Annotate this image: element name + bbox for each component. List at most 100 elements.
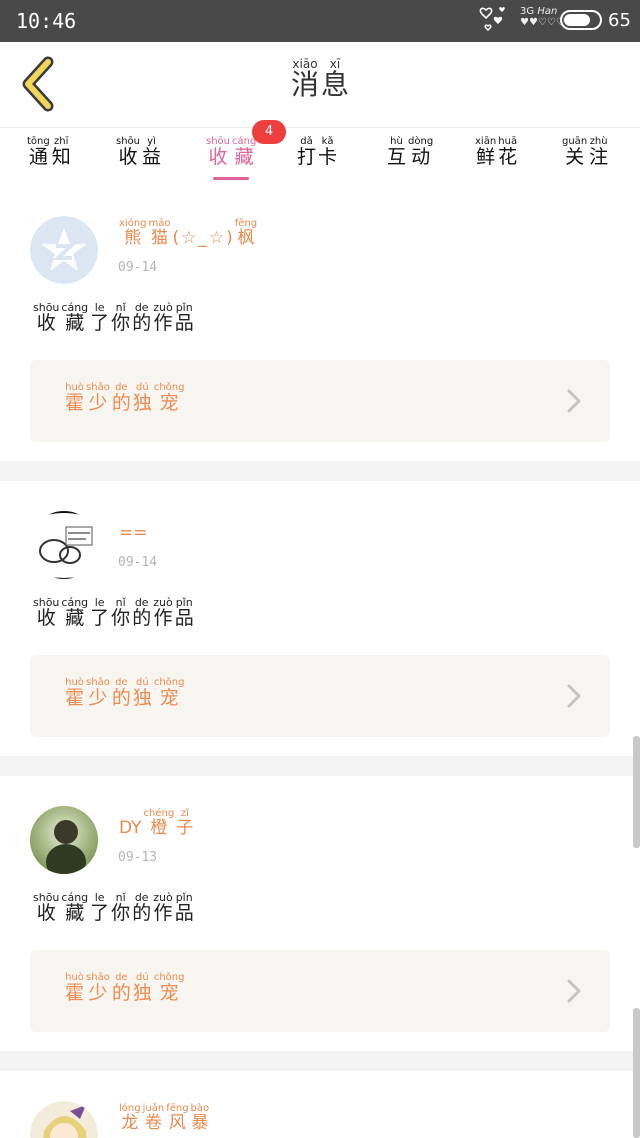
username-hanzi: ( — [172, 228, 180, 248]
scrollbar-thumb[interactable] — [633, 1008, 640, 1138]
tab-label-char: zhù 注 — [589, 136, 608, 168]
tab-label-hanzi: 知 — [51, 146, 71, 168]
action-hanzi: 收 — [36, 902, 56, 924]
chevron-right-icon — [566, 978, 582, 1004]
title-hanzi: 息 — [321, 68, 350, 101]
work-title-hanzi: 独 — [132, 687, 152, 709]
tab-label-char: hù 互 — [387, 136, 406, 168]
action-char: de 的 — [132, 302, 151, 334]
action-char: le 了 — [90, 302, 109, 334]
action-hanzi: 的 — [132, 607, 152, 629]
work-title-hanzi: 少 — [88, 687, 108, 709]
tab-4[interactable]: hù 互 dòng 动 — [386, 136, 434, 182]
username-char: ) — [226, 218, 233, 248]
signal-icon: ♥♥♡♡♡ — [520, 17, 565, 28]
tab-1[interactable]: shōu 收 yì 益 — [115, 136, 162, 182]
tab-2[interactable]: shōu 收 cáng 藏 — [205, 136, 257, 182]
username-hanzi: ☆ — [181, 228, 197, 248]
battery-level: 65 — [608, 10, 631, 31]
message-card[interactable]: == 09-14 shōu 收 cáng 藏 le 了 nǐ 你 de 的 zuò 作 pǐn 品 huò 霍 sh… — [0, 481, 640, 756]
tab-label-char: xiān 鲜 — [475, 136, 496, 168]
qzone-icon[interactable] — [30, 216, 98, 284]
message-card[interactable]: lóng 龙 juǎn 卷 fēng 风 bào 暴 — [0, 1071, 640, 1138]
work-title-hanzi: 宠 — [159, 392, 179, 414]
action-hanzi: 作 — [153, 902, 173, 924]
tab-label-hanzi: 花 — [498, 146, 518, 168]
action-hanzi: 品 — [174, 902, 194, 924]
message-card[interactable]: DY chéng 橙 zǐ 子 09-13 shōu 收 cáng 藏 le 了 nǐ 你 de 的 zuò 作 p… — [0, 776, 640, 1051]
username-char: DY — [119, 808, 142, 838]
work-title-hanzi: 的 — [111, 392, 131, 414]
username-char: zǐ 子 — [176, 808, 193, 838]
work-link[interactable]: huò 霍 shǎo 少 de 的 dú 独 chǒng 宠 — [30, 655, 610, 737]
username-char: == — [119, 513, 148, 543]
work-title-char: shǎo 少 — [86, 972, 110, 1004]
action-hanzi: 作 — [153, 312, 173, 334]
tab-5[interactable]: xiān 鲜 huā 花 — [474, 136, 518, 182]
user-avatar[interactable] — [30, 806, 98, 874]
work-title-char: chǒng 宠 — [154, 972, 185, 1004]
username-hanzi: == — [119, 523, 148, 543]
action-char: pǐn 品 — [175, 302, 194, 334]
action-hanzi: 了 — [90, 902, 110, 924]
message-date: 09-14 — [118, 555, 158, 570]
card-divider — [0, 756, 640, 776]
action-char: de 的 — [132, 892, 151, 924]
username-char: xióng 熊 — [119, 218, 147, 248]
action-hanzi: 收 — [36, 312, 56, 334]
action-hanzi: 品 — [174, 312, 194, 334]
app-notification-icon — [478, 4, 512, 40]
page-title: xiāo 消 xī 息 — [0, 58, 640, 99]
username[interactable]: DY chéng 橙 zǐ 子 — [118, 808, 194, 838]
action-hanzi: 的 — [132, 902, 152, 924]
work-title-char: dú 独 — [133, 972, 152, 1004]
username-hanzi: 枫 — [237, 228, 255, 248]
tab-3[interactable]: dǎ 打 kǎ 卡 — [296, 136, 338, 182]
tab-label-hanzi: 注 — [589, 146, 609, 168]
work-title-char: chǒng 宠 — [154, 382, 185, 414]
user-avatar[interactable] — [30, 1101, 98, 1138]
tab-0[interactable]: tōng 通 zhī 知 — [26, 136, 72, 182]
action-char: cáng 藏 — [61, 892, 88, 924]
work-title-char: huò 霍 — [65, 677, 84, 709]
work-title-char: de 的 — [112, 382, 131, 414]
title-hanzi: 消 — [290, 68, 319, 101]
scrollbar-upper[interactable] — [633, 736, 640, 848]
work-title-hanzi: 宠 — [159, 687, 179, 709]
tab-badge: 4 — [252, 120, 286, 144]
user-avatar[interactable] — [30, 511, 98, 579]
action-hanzi: 你 — [111, 902, 131, 924]
username-char: lóng 龙 — [119, 1103, 141, 1133]
username-char: _ — [198, 218, 207, 248]
message-card[interactable]: xióng 熊 māo 猫(☆ _ ☆) fēng 枫 09-14 shōu 收 cáng 藏 le 了 nǐ… — [0, 186, 640, 461]
tab-label-char: dòng 动 — [408, 136, 433, 168]
header: xiāo 消 xī 息 — [0, 42, 640, 128]
work-link[interactable]: huò 霍 shǎo 少 de 的 dú 独 chǒng 宠 — [30, 950, 610, 1032]
status-bar: 10:46 3G Han ♥♥♡♡♡ 65 — [0, 0, 640, 42]
work-link[interactable]: huò 霍 shǎo 少 de 的 dú 独 chǒng 宠 — [30, 360, 610, 442]
action-char: de 的 — [132, 597, 151, 629]
username-char: fēng 风 — [166, 1103, 188, 1133]
action-char: shōu 收 — [33, 892, 59, 924]
work-title-char: huò 霍 — [65, 972, 84, 1004]
username-hanzi: 子 — [176, 818, 194, 838]
network-sub: Han — [537, 6, 558, 17]
action-hanzi: 藏 — [65, 902, 85, 924]
username[interactable]: == — [118, 513, 149, 543]
work-title-char: de 的 — [112, 972, 131, 1004]
tab-label-hanzi: 收 — [118, 146, 138, 168]
tab-6[interactable]: guān 关 zhù 注 — [561, 136, 609, 182]
username[interactable]: xióng 熊 māo 猫(☆ _ ☆) fēng 枫 — [118, 218, 258, 248]
chevron-right-icon — [566, 388, 582, 414]
action-hanzi: 藏 — [65, 312, 85, 334]
action-char: zuò 作 — [153, 597, 172, 629]
tab-label-hanzi: 互 — [387, 146, 407, 168]
work-title-char: de 的 — [112, 677, 131, 709]
work-title-hanzi: 独 — [132, 392, 152, 414]
action-hanzi: 作 — [153, 607, 173, 629]
username[interactable]: lóng 龙 juǎn 卷 fēng 风 bào 暴 — [118, 1103, 210, 1133]
message-date: 09-14 — [118, 260, 158, 275]
action-char: shōu 收 — [33, 597, 59, 629]
username-char: chéng 橙 — [144, 808, 175, 838]
tab-label-hanzi: 通 — [28, 146, 48, 168]
